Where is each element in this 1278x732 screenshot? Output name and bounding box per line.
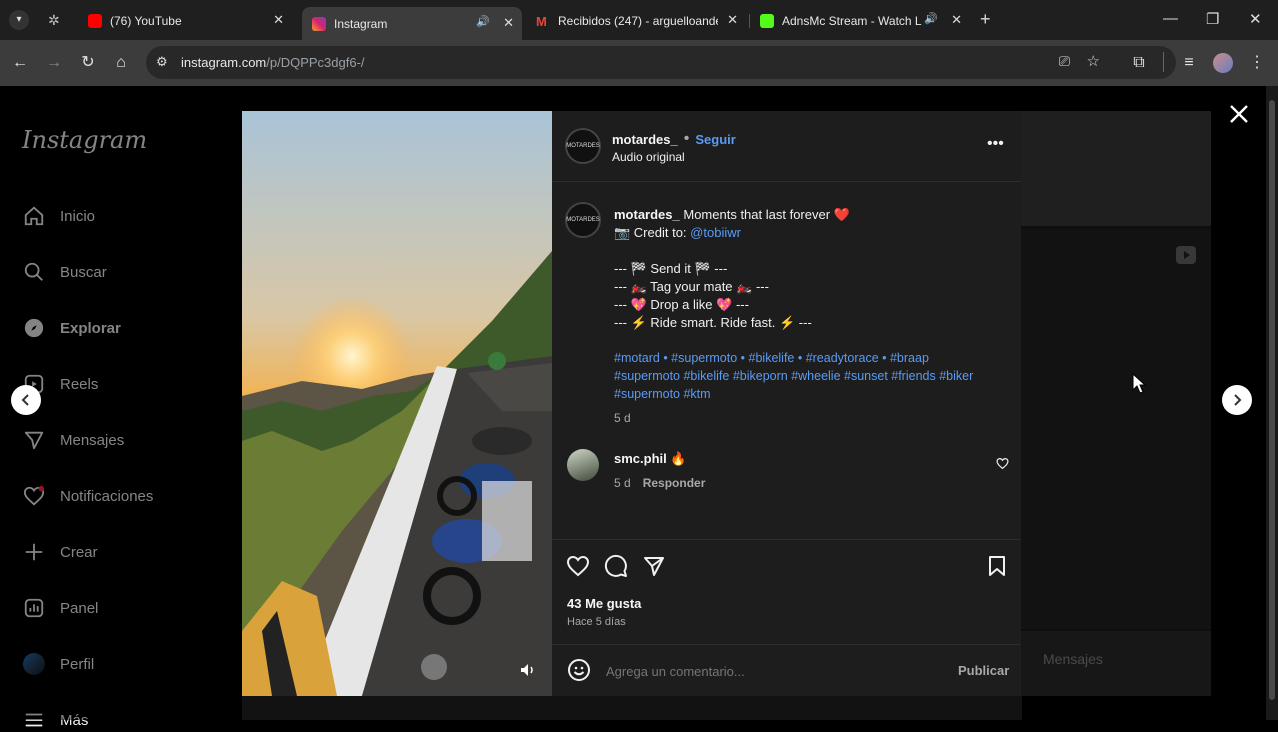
tab-youtube[interactable]: (76) YouTube ✕	[80, 7, 292, 34]
browser-toolbar: ← → ↻ ⌂ ⚙ instagram.com/p/DQPPc3dgf6-/ ⎚…	[0, 40, 1278, 86]
like-icon[interactable]	[566, 554, 590, 578]
audio-icon[interactable]: 🔊	[476, 15, 490, 28]
close-icon[interactable]	[1227, 102, 1251, 126]
minimize-icon[interactable]: —	[1163, 10, 1178, 27]
caption-time[interactable]: 5 d	[614, 411, 631, 425]
forward-icon[interactable]: →	[44, 53, 64, 73]
tab-title: Instagram	[334, 16, 388, 31]
chevron-right-icon	[1234, 394, 1242, 406]
close-icon[interactable]: ✕	[273, 12, 284, 28]
emoji-icon[interactable]	[567, 658, 591, 682]
toolbar-divider	[1163, 52, 1164, 72]
hashtag-line[interactable]: #supermoto #ktm	[614, 385, 1004, 403]
avatar-text: MOTARDES	[566, 143, 600, 149]
caption-author-avatar[interactable]: MOTARDES	[565, 202, 601, 238]
tab-separator	[749, 14, 750, 28]
site-info-icon[interactable]: ⚙	[156, 54, 168, 70]
tab-kick[interactable]: AdnsMc Stream - Watch Liv 🔊 ✕	[752, 7, 970, 34]
tab-instagram[interactable]: Instagram 🔊 ✕	[302, 7, 522, 40]
caption-hashtags: #motard • #supermoto • #bikelife • #read…	[614, 349, 1004, 403]
media-control-icon[interactable]: ≡	[1179, 53, 1199, 73]
caption-line: --- 🏁 Send it 🏁 ---	[614, 261, 728, 276]
close-icon[interactable]: ✕	[503, 15, 514, 31]
caption-first-line: motardes_ Moments that last forever ❤️	[614, 207, 850, 223]
chevron-left-icon	[21, 394, 29, 406]
bookmark-star-icon[interactable]: ☆	[1087, 52, 1100, 70]
profile-avatar[interactable]	[1213, 53, 1233, 73]
page-scrollbar[interactable]	[1266, 86, 1278, 720]
more-menu-icon[interactable]: ⋮	[1247, 53, 1267, 73]
reload-icon[interactable]: ↻	[78, 53, 98, 73]
share-icon[interactable]	[642, 554, 666, 578]
actions-divider	[552, 539, 1021, 540]
post-details-panel: MOTARDES motardes_ • Seguir Audio origin…	[552, 111, 1021, 696]
extensions-icon[interactable]: ⧉	[1129, 53, 1149, 73]
restore-icon[interactable]: ❐	[1206, 10, 1219, 28]
comment-username[interactable]: smc.phil	[614, 451, 667, 466]
commenter-avatar[interactable]	[567, 449, 599, 481]
comment-line: smc.phil 🔥	[614, 451, 687, 467]
post-video[interactable]	[242, 111, 552, 696]
more-options-icon[interactable]: •••	[987, 135, 1004, 153]
url-text: instagram.com/p/DQPPc3dgf6-/	[181, 55, 365, 70]
post-video-frame	[242, 111, 552, 696]
caption-credit: 📷 Credit to: @tobiiwr	[614, 225, 741, 241]
separator-dot: •	[683, 130, 690, 147]
instagram-icon	[312, 16, 326, 31]
audio-label[interactable]: Audio original	[612, 150, 685, 164]
url-host: instagram.com	[181, 55, 267, 70]
comment-input[interactable]	[604, 659, 938, 683]
window-close-icon[interactable]: ✕	[1249, 10, 1262, 28]
next-post-button[interactable]	[1222, 385, 1252, 415]
avatar-text: MOTARDES	[566, 217, 600, 223]
kick-icon	[760, 13, 774, 28]
comment-like-icon[interactable]	[996, 457, 1009, 470]
tab-title: Recibidos (247) - arguelloande	[558, 13, 718, 28]
caption-username[interactable]: motardes_	[614, 207, 680, 222]
install-app-icon[interactable]: ⎚	[1059, 53, 1070, 70]
reply-button[interactable]: Responder	[643, 476, 706, 490]
audio-icon[interactable]	[520, 663, 536, 677]
caption-text: Moments that last forever ❤️	[683, 207, 850, 222]
audio-icon[interactable]: 🔊	[924, 12, 938, 25]
hashtag-line[interactable]: #motard • #supermoto • #bikelife • #read…	[614, 349, 1004, 367]
youtube-icon	[88, 13, 102, 28]
new-tab-icon[interactable]: +	[980, 9, 991, 30]
author-username[interactable]: motardes_	[612, 132, 678, 147]
caption-line: --- 💖 Drop a like 💖 ---	[614, 297, 749, 312]
mouse-cursor-icon	[1132, 373, 1146, 394]
hashtag-line[interactable]: #supermoto #bikelife #bikeporn #wheelie …	[614, 367, 1004, 385]
url-path: /p/DQPPc3dgf6-/	[266, 55, 365, 70]
tab-search-icon[interactable]: ▾	[9, 10, 29, 30]
post-date[interactable]: Hace 5 días	[567, 616, 626, 628]
credit-handle-link[interactable]: @tobiiwr	[690, 225, 741, 240]
tab-gmail[interactable]: M Recibidos (247) - arguelloande ✕	[528, 7, 746, 34]
author-avatar[interactable]: MOTARDES	[565, 128, 601, 164]
publish-button[interactable]: Publicar	[958, 663, 1009, 678]
address-bar[interactable]: ⚙ instagram.com/p/DQPPc3dgf6-/ ⎚ ☆	[146, 46, 1176, 79]
comment-meta: 5 d Responder	[614, 476, 705, 490]
likes-count[interactable]: 43 Me gusta	[567, 596, 641, 611]
caption-line: --- 🏍️ Tag your mate 🏍️ ---	[614, 279, 769, 294]
credit-prefix: 📷 Credit to:	[614, 225, 687, 240]
comment-time[interactable]: 5 d	[614, 476, 631, 490]
back-icon[interactable]: ←	[10, 53, 30, 73]
comment-text: 🔥	[670, 451, 687, 466]
close-icon[interactable]: ✕	[951, 12, 962, 28]
header-divider	[552, 181, 1021, 182]
comment-box-divider	[552, 644, 1021, 645]
openai-icon[interactable]: ✲	[48, 12, 64, 28]
previous-post-button[interactable]	[11, 385, 41, 415]
gmail-icon: M	[536, 13, 547, 29]
tab-title: (76) YouTube	[110, 13, 182, 28]
follow-button[interactable]: Seguir	[695, 132, 735, 147]
close-icon[interactable]: ✕	[727, 12, 738, 28]
tab-title: AdnsMc Stream - Watch Liv	[782, 13, 922, 28]
caption-line: --- ⚡ Ride smart. Ride fast. ⚡ ---	[614, 315, 812, 330]
save-icon[interactable]	[985, 554, 1009, 578]
browser-tab-bar: ▾ ✲ (76) YouTube ✕ Instagram 🔊 ✕ M Recib…	[0, 0, 1278, 40]
home-icon[interactable]: ⌂	[111, 53, 131, 73]
comment-icon[interactable]	[604, 554, 628, 578]
